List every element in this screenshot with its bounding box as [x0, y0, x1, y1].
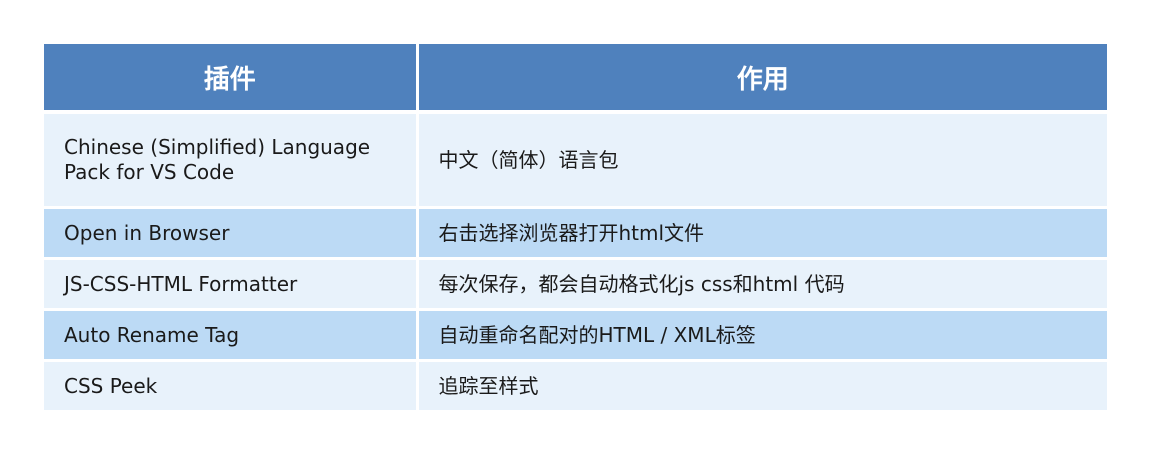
plugin-name-cell: CSS Peek: [44, 360, 419, 413]
table-row: CSS Peek 追踪至样式: [44, 360, 1107, 413]
plugin-purpose-cell: 追踪至样式: [417, 360, 1107, 413]
plugin-name-cell: JS-CSS-HTML Formatter: [44, 258, 419, 311]
plugin-table: 插件 作用 Chinese (Simplified) Language Pack…: [44, 44, 1107, 413]
table-row: JS-CSS-HTML Formatter 每次保存，都会自动格式化js css…: [44, 258, 1107, 311]
plugin-purpose-cell: 每次保存，都会自动格式化js css和html 代码: [417, 258, 1107, 311]
table-row: Open in Browser 右击选择浏览器打开html文件: [44, 207, 1107, 260]
table-row: Chinese (Simplified) Language Pack for V…: [44, 112, 1107, 209]
plugin-name-cell: Open in Browser: [44, 207, 419, 260]
table-row: Auto Rename Tag 自动重命名配对的HTML / XML标签: [44, 309, 1107, 362]
plugin-name-cell: Auto Rename Tag: [44, 309, 419, 362]
plugin-purpose-cell: 右击选择浏览器打开html文件: [417, 207, 1107, 260]
header-purpose: 作用: [417, 44, 1107, 114]
header-plugin: 插件: [44, 44, 419, 114]
plugin-name-cell: Chinese (Simplified) Language Pack for V…: [44, 112, 419, 209]
plugin-purpose-cell: 自动重命名配对的HTML / XML标签: [417, 309, 1107, 362]
table-header-row: 插件 作用: [44, 44, 1107, 114]
plugin-table-container: 插件 作用 Chinese (Simplified) Language Pack…: [44, 44, 1107, 413]
plugin-purpose-cell: 中文（简体）语言包: [417, 112, 1107, 209]
